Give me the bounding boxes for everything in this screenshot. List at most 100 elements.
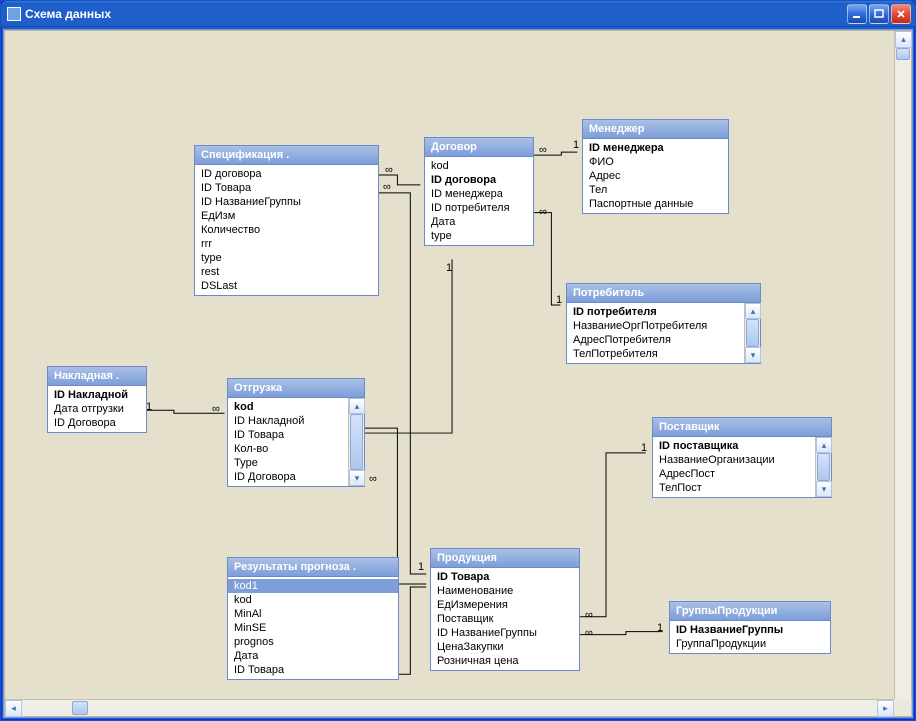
field[interactable]: ТелПотребителя [567,347,744,361]
scroll-down-button[interactable]: ▾ [816,481,832,497]
field[interactable]: Наименование [431,584,579,598]
field[interactable]: ID Товара [228,428,348,442]
field[interactable]: ID менеджера [425,187,533,201]
field[interactable]: ID Товара [195,181,378,195]
rel-card: 1 [556,294,562,306]
scroll-down-button[interactable]: ▾ [349,470,365,486]
entity-title[interactable]: Потребитель [567,284,760,303]
canvas-vertical-scrollbar[interactable]: ▴ ▾ [894,31,911,716]
field[interactable]: Дата отгрузки [48,402,146,416]
minimize-button[interactable] [847,4,867,24]
app-icon [7,7,21,21]
entity-supplier[interactable]: Поставщик ID поставщика НазваниеОрганиза… [652,417,832,498]
rel-card: 1 [657,622,663,634]
field[interactable]: ID Договора [48,416,146,430]
field[interactable]: НазваниеОрганизации [653,453,815,467]
field[interactable]: MinSE [228,621,398,635]
field[interactable]: ID НазваниеГруппы [431,626,579,640]
field[interactable]: ID Накладной [228,414,348,428]
entity-forecast[interactable]: Результаты прогноза . kod1 kod MinAl Min… [227,557,399,680]
field[interactable]: Адрес [583,169,728,183]
field-pk[interactable]: ID менеджера [583,141,728,155]
field[interactable]: kod [228,593,398,607]
canvas-horizontal-scrollbar[interactable]: ◂ ▸ [5,699,894,716]
field[interactable]: MinAl [228,607,398,621]
entity-invoice[interactable]: Накладная . ID Накладной Дата отгрузки I… [47,366,147,433]
field[interactable]: Тел [583,183,728,197]
field[interactable]: ФИО [583,155,728,169]
entity-shipment[interactable]: Отгрузка kod ID Накладной ID Товара Кол-… [227,378,365,487]
field[interactable]: type [425,229,533,243]
field[interactable]: type [195,251,378,265]
field[interactable]: ID потребителя [425,201,533,215]
field[interactable]: Количество [195,223,378,237]
scroll-up-button[interactable]: ▴ [895,31,912,48]
field[interactable]: ЦенаЗакупки [431,640,579,654]
field[interactable]: ГруппаПродукции [670,637,830,651]
field[interactable]: Поставщик [431,612,579,626]
field[interactable]: АдресПотребителя [567,333,744,347]
entity-field-list: ID поставщика НазваниеОрганизации АдресП… [653,437,831,497]
entity-title[interactable]: Поставщик [653,418,831,437]
field-pk[interactable]: ID НазваниеГруппы [670,623,830,637]
field[interactable]: rest [195,265,378,279]
entity-scrollbar[interactable]: ▴ ▾ [348,398,364,486]
field[interactable]: ID НазваниеГруппы [195,195,378,209]
field[interactable]: Дата [228,649,398,663]
entity-scrollbar[interactable]: ▴ ▾ [744,303,760,363]
entity-contract[interactable]: Договор kod ID договора ID менеджера ID … [424,137,534,246]
entity-specification[interactable]: Спецификация . ID договора ID Товара ID … [194,145,379,296]
scroll-left-button[interactable]: ◂ [5,700,22,717]
entity-title[interactable]: Договор [425,138,533,157]
field-pk[interactable]: ID потребителя [567,305,744,319]
field-pk[interactable]: ID поставщика [653,439,815,453]
titlebar[interactable]: Схема данных [1,1,915,27]
field[interactable]: Дата [425,215,533,229]
scroll-up-button[interactable]: ▴ [745,303,761,319]
scroll-right-button[interactable]: ▸ [877,700,894,717]
rel-card: ∞ [369,473,377,485]
field[interactable]: ID договора [195,167,378,181]
entity-manager[interactable]: Менеджер ID менеджера ФИО Адрес Тел Пасп… [582,119,729,214]
entity-title[interactable]: Менеджер [583,120,728,139]
entity-productgroup[interactable]: ГруппыПродукции ID НазваниеГруппы Группа… [669,601,831,654]
entity-field-list: ID Накладной Дата отгрузки ID Договора [48,386,146,432]
field[interactable]: ЕдИзм [195,209,378,223]
field-pk[interactable]: ID Товара [431,570,579,584]
field[interactable]: DSLast [195,279,378,293]
field-pk[interactable]: ID договора [425,173,533,187]
close-button[interactable] [891,4,911,24]
field[interactable]: ЕдИзмерения [431,598,579,612]
field[interactable]: Розничная цена [431,654,579,668]
scroll-down-button[interactable]: ▾ [745,347,761,363]
entity-title[interactable]: Результаты прогноза . [228,558,398,577]
field[interactable]: Паспортные данные [583,197,728,211]
field[interactable]: prognos [228,635,398,649]
field[interactable]: kod [425,159,533,173]
field[interactable]: ID Товара [228,663,398,677]
field[interactable]: Type [228,456,348,470]
entity-product[interactable]: Продукция ID Товара Наименование ЕдИзмер… [430,548,580,671]
entity-consumer[interactable]: Потребитель ID потребителя НазваниеОргПо… [566,283,761,364]
field[interactable]: rrr [195,237,378,251]
scroll-up-button[interactable]: ▴ [349,398,365,414]
entity-title[interactable]: ГруппыПродукции [670,602,830,621]
entity-title[interactable]: Спецификация . [195,146,378,165]
field[interactable]: АдресПост [653,467,815,481]
entity-title[interactable]: Отгрузка [228,379,364,398]
maximize-button[interactable] [869,4,889,24]
field[interactable]: ТелПост [653,481,815,495]
relationship-canvas[interactable]: ∞ 1 ∞ 1 ∞ 1 1 ∞ 1 ∞ 1 ∞ ∞ 1 ∞ 1 Специфик… [4,30,912,717]
field[interactable]: Кол-во [228,442,348,456]
entity-title[interactable]: Накладная . [48,367,146,386]
field-selected[interactable]: kod1 [228,579,398,593]
field-pk[interactable]: kod [228,400,348,414]
field-pk[interactable]: ID Накладной [48,388,146,402]
entity-field-list: ID НазваниеГруппы ГруппаПродукции [670,621,830,653]
scroll-up-button[interactable]: ▴ [816,437,832,453]
rel-card: ∞ [539,144,547,156]
field[interactable]: ID Договора [228,470,348,484]
entity-scrollbar[interactable]: ▴ ▾ [815,437,831,497]
entity-title[interactable]: Продукция [431,549,579,568]
field[interactable]: НазваниеОргПотребителя [567,319,744,333]
